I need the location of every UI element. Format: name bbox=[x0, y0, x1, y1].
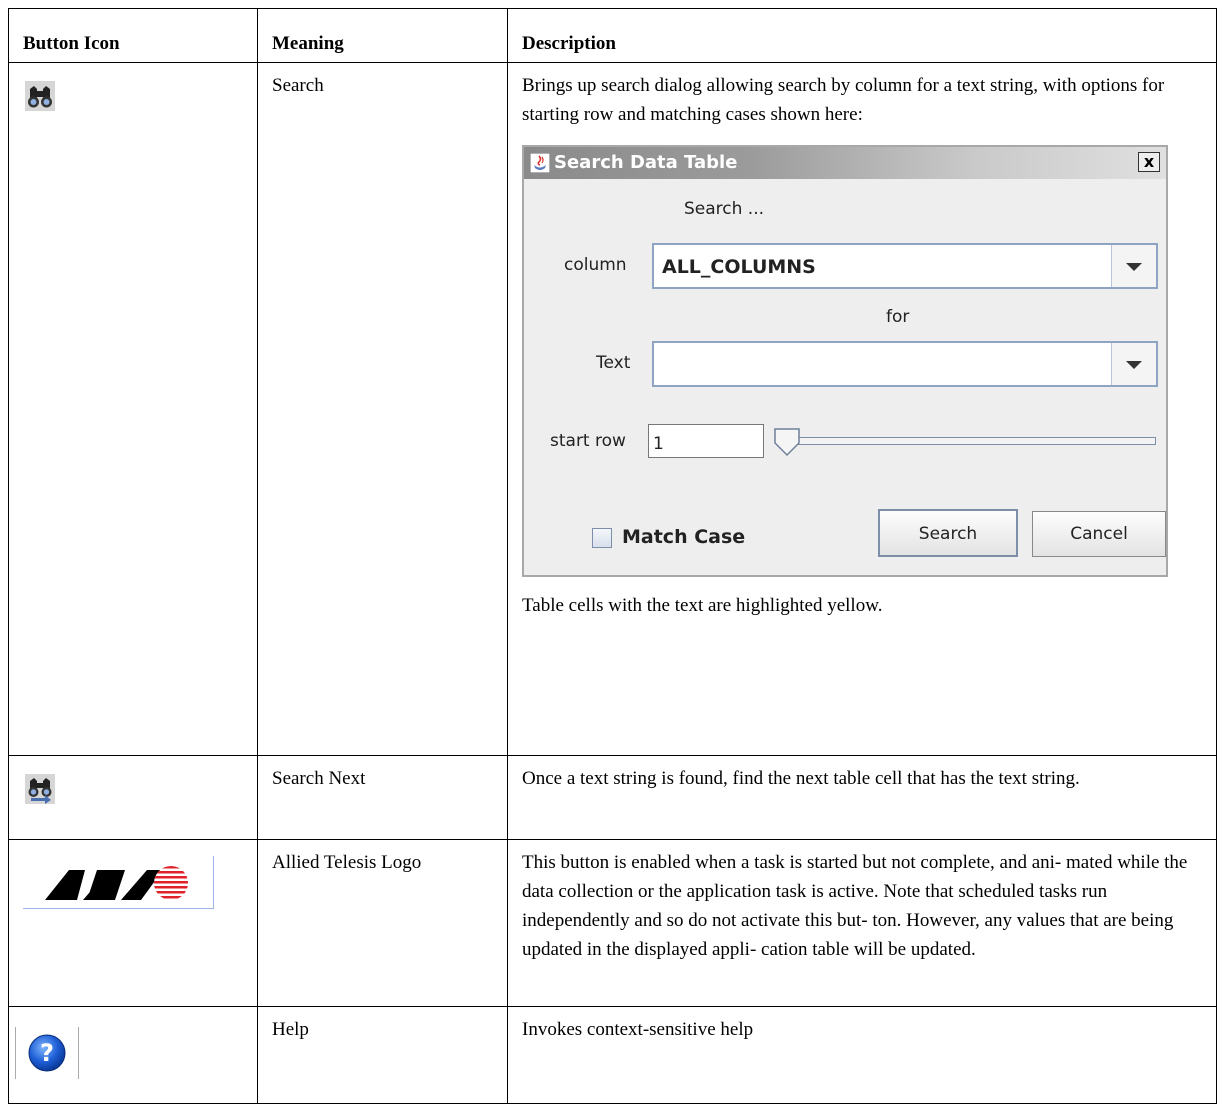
table-header-row: Button Icon Meaning Description bbox=[8, 8, 1217, 63]
description-cell: Once a text string is found, find the ne… bbox=[507, 755, 1217, 840]
description-cell: Brings up search dialog allowing search … bbox=[507, 62, 1217, 756]
description-text: Brings up search dialog allowing search … bbox=[522, 75, 1165, 125]
java-cup-icon bbox=[529, 152, 551, 174]
meaning-cell: Help bbox=[257, 1006, 508, 1104]
icon-cell bbox=[8, 755, 258, 840]
column-label: column bbox=[564, 255, 627, 275]
icon-cell bbox=[8, 839, 258, 1007]
meaning-cell: Search bbox=[257, 62, 508, 756]
dialog-titlebar[interactable]: Search Data Table x bbox=[524, 147, 1166, 179]
search-heading: Search ... bbox=[684, 199, 765, 219]
meaning-cell: Search Next bbox=[257, 755, 508, 840]
close-button[interactable]: x bbox=[1138, 152, 1160, 172]
start-row-slider-track[interactable] bbox=[784, 437, 1156, 445]
text-label: Text bbox=[596, 353, 631, 373]
search-data-table-dialog: Search Data Table x Search ... column AL… bbox=[522, 145, 1168, 577]
table-row: Search Next Once a text string is found,… bbox=[8, 755, 1217, 840]
for-label: for bbox=[886, 307, 910, 327]
header-description: Description bbox=[507, 8, 1217, 63]
cancel-button[interactable]: Cancel bbox=[1032, 511, 1166, 557]
description-cell: Invokes context-sensitive help bbox=[507, 1006, 1217, 1104]
table-row: ? Help Invokes context-sensitive help bbox=[8, 1006, 1217, 1104]
start-row-input[interactable]: 1 bbox=[648, 424, 764, 458]
chevron-down-icon[interactable] bbox=[1111, 343, 1156, 385]
description-cell: This button is enabled when a task is st… bbox=[507, 839, 1217, 1007]
match-case-checkbox[interactable] bbox=[592, 528, 612, 548]
button-reference-table: Button Icon Meaning Description Search B… bbox=[8, 8, 1217, 1104]
header-button-icon: Button Icon bbox=[8, 8, 258, 63]
svg-text:?: ? bbox=[40, 1039, 54, 1067]
binoculars-next-icon bbox=[25, 774, 55, 813]
column-value: ALL_COLUMNS bbox=[662, 256, 816, 278]
icon-cell: ? bbox=[8, 1006, 258, 1104]
chevron-down-icon[interactable] bbox=[1111, 245, 1156, 287]
match-case-label[interactable]: Match Case bbox=[622, 523, 745, 552]
allied-telesis-logo bbox=[23, 856, 214, 909]
help-icon: ? bbox=[15, 1027, 79, 1079]
meaning-cell: Allied Telesis Logo bbox=[257, 839, 508, 1007]
slider-thumb[interactable] bbox=[773, 427, 801, 457]
table-row: Search Brings up search dialog allowing … bbox=[8, 62, 1217, 756]
header-meaning: Meaning bbox=[257, 8, 508, 63]
dialog-title: Search Data Table bbox=[554, 152, 738, 173]
binoculars-icon bbox=[25, 81, 55, 120]
description-footer: Table cells with the text are highlighte… bbox=[522, 595, 883, 616]
search-button[interactable]: Search bbox=[878, 509, 1018, 557]
start-row-label: start row bbox=[550, 431, 626, 451]
column-combobox[interactable]: ALL_COLUMNS bbox=[652, 243, 1158, 289]
icon-cell bbox=[8, 62, 258, 756]
text-combobox[interactable] bbox=[652, 341, 1158, 387]
table-row: Allied Telesis Logo This button is enabl… bbox=[8, 839, 1217, 1007]
